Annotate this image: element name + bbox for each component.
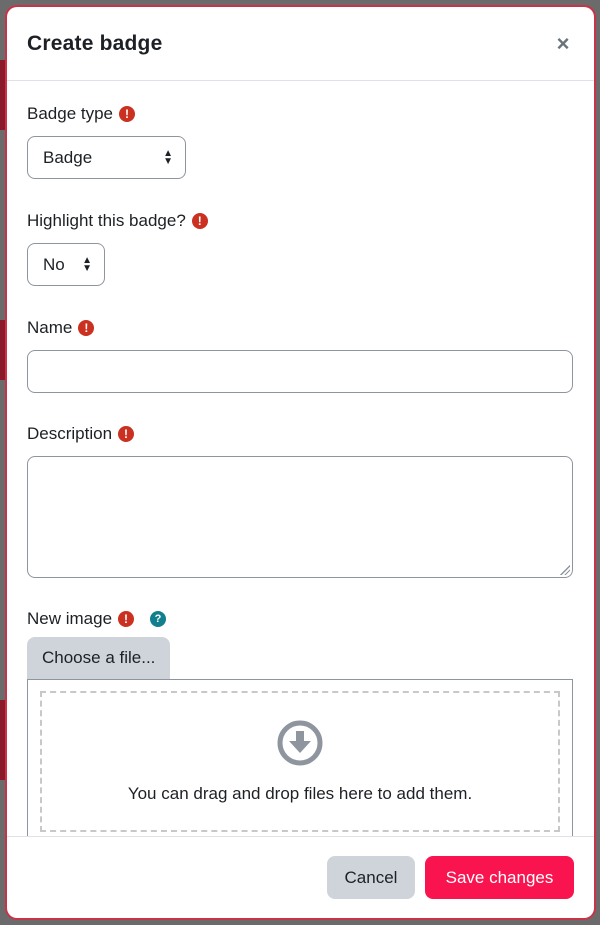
highlight-select-value: No xyxy=(43,254,65,274)
highlight-label-row: Highlight this badge? ! xyxy=(27,209,574,233)
file-dropzone[interactable]: You can drag and drop files here to add … xyxy=(40,691,560,832)
exclamation-circle-icon: ! xyxy=(118,426,135,442)
select-arrows-icon: ▲ ▼ xyxy=(82,254,92,274)
close-icon[interactable]: × xyxy=(552,32,574,55)
arrow-down-circle-icon xyxy=(277,720,323,765)
name-input[interactable] xyxy=(27,350,573,393)
description-label: Description xyxy=(27,424,113,443)
exclamation-circle-icon: ! xyxy=(118,611,135,627)
dialog-header: Create badge × xyxy=(7,7,594,81)
new-image-label-row: New image ! ? xyxy=(27,607,574,631)
create-badge-dialog: Create badge × Badge type ! Badge ▲ ▼ Hig… xyxy=(7,7,594,918)
description-textarea[interactable] xyxy=(27,456,573,578)
resize-handle[interactable] xyxy=(560,565,570,575)
highlight-field: Highlight this badge? ! No ▲ ▼ xyxy=(27,209,574,286)
name-label: Name xyxy=(27,318,73,337)
badge-type-label: Badge type xyxy=(27,104,114,123)
dialog-body: Badge type ! Badge ▲ ▼ Highlight this bad… xyxy=(7,81,594,837)
exclamation-circle-icon: ! xyxy=(191,213,208,229)
filepicker-container: You can drag and drop files here to add … xyxy=(27,679,573,837)
description-label-row: Description ! xyxy=(27,422,574,446)
select-arrows-icon: ▲ ▼ xyxy=(163,147,173,167)
exclamation-circle-icon: ! xyxy=(119,106,136,122)
exclamation-circle-icon: ! xyxy=(78,320,95,336)
dialog-title: Create badge xyxy=(27,31,163,55)
highlight-select[interactable]: No ▲ ▼ xyxy=(27,243,105,286)
dialog-footer: Cancel Save changes xyxy=(7,836,594,918)
cancel-button[interactable]: Cancel xyxy=(327,856,415,899)
name-field: Name ! xyxy=(27,316,574,393)
new-image-field: New image ! ? Choose a file... You can d… xyxy=(27,607,574,837)
choose-file-button[interactable]: Choose a file... xyxy=(27,637,171,679)
highlight-label: Highlight this badge? xyxy=(27,211,186,230)
name-label-row: Name ! xyxy=(27,316,574,340)
dropzone-text: You can drag and drop files here to add … xyxy=(127,783,473,803)
badge-type-field: Badge type ! Badge ▲ ▼ xyxy=(27,102,574,179)
badge-type-label-row: Badge type ! xyxy=(27,102,574,126)
question-circle-icon[interactable]: ? xyxy=(150,611,167,627)
save-changes-button[interactable]: Save changes xyxy=(425,856,574,899)
new-image-label: New image xyxy=(27,609,113,628)
badge-type-select[interactable]: Badge ▲ ▼ xyxy=(27,136,186,179)
badge-type-select-value: Badge xyxy=(43,147,93,167)
description-field: Description ! xyxy=(27,422,574,578)
